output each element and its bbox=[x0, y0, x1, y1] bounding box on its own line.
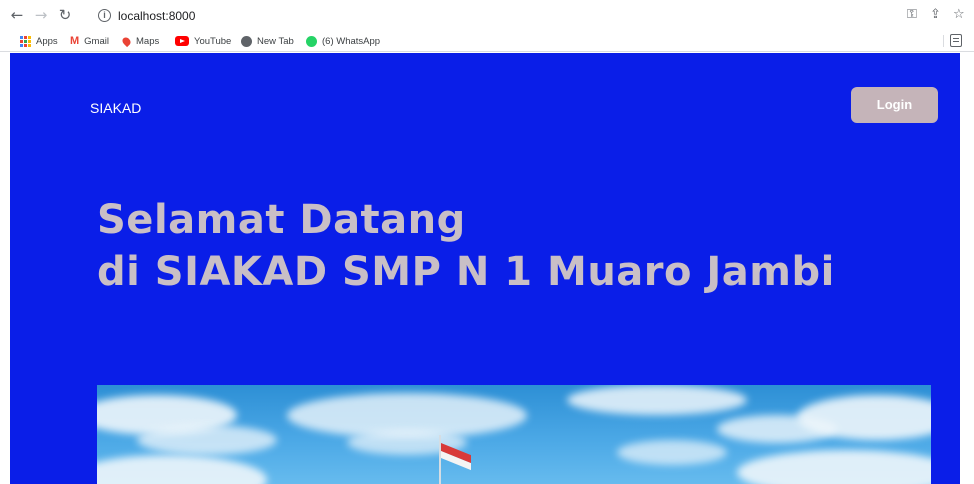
share-icon[interactable]: ⇪ bbox=[930, 6, 941, 24]
bookmark-label: YouTube bbox=[194, 35, 232, 47]
url-text[interactable]: localhost:8000 bbox=[118, 9, 195, 23]
bookmark-maps[interactable]: Maps bbox=[120, 33, 160, 49]
bookmark-whatsapp[interactable]: (6) WhatsApp bbox=[306, 33, 380, 49]
bookmark-gmail[interactable]: M Gmail bbox=[70, 33, 109, 49]
bookmark-label: Apps bbox=[36, 35, 58, 47]
reload-icon[interactable]: ↻ bbox=[56, 6, 74, 24]
bookmark-star-icon[interactable]: ☆ bbox=[953, 6, 965, 24]
globe-icon bbox=[241, 35, 252, 47]
bookmark-youtube[interactable]: YouTube bbox=[175, 33, 231, 49]
apps-grid-icon bbox=[20, 35, 31, 47]
title-line-2: di SIAKAD SMP N 1 Muaro Jambi bbox=[97, 249, 835, 295]
bookmark-label: Gmail bbox=[84, 35, 109, 47]
address-bar[interactable]: i localhost:8000 bbox=[86, 4, 898, 28]
gmail-icon: M bbox=[70, 35, 80, 47]
login-button[interactable]: Login bbox=[851, 87, 938, 123]
maps-icon bbox=[120, 35, 133, 47]
page-title: Selamat Datang di SIAKAD SMP N 1 Muaro J… bbox=[97, 194, 835, 298]
bookmark-label: Maps bbox=[136, 35, 160, 47]
bookmarks-divider bbox=[943, 35, 944, 47]
bookmark-new-tab[interactable]: New Tab bbox=[241, 33, 294, 49]
browser-chrome: ← → ↻ i localhost:8000 ⚿ ⇪ ☆ Apps M Gmai… bbox=[0, 0, 974, 52]
site-info-icon[interactable]: i bbox=[98, 9, 111, 22]
bookmarks-bar: Apps M Gmail Maps YouTube New Tab (6) Wh… bbox=[0, 30, 974, 52]
back-arrow-icon[interactable]: ← bbox=[8, 6, 26, 24]
brand-logo-text[interactable]: SIAKAD bbox=[90, 100, 141, 116]
reading-list-icon[interactable] bbox=[950, 34, 962, 47]
title-line-1: Selamat Datang bbox=[97, 197, 466, 243]
youtube-icon bbox=[175, 36, 189, 46]
page-viewport: SIAKAD Login Selamat Datang di SIAKAD SM… bbox=[0, 53, 974, 484]
whatsapp-icon bbox=[306, 35, 317, 47]
address-bar-row: ← → ↻ i localhost:8000 ⚿ ⇪ ☆ bbox=[0, 0, 974, 30]
key-icon[interactable]: ⚿ bbox=[907, 6, 917, 24]
bookmark-apps[interactable]: Apps bbox=[20, 33, 58, 49]
forward-arrow-icon[interactable]: → bbox=[32, 6, 50, 24]
bookmark-label: (6) WhatsApp bbox=[322, 35, 381, 47]
hero-section: SIAKAD Login Selamat Datang di SIAKAD SM… bbox=[10, 53, 960, 484]
hero-image-sky-flag bbox=[97, 385, 931, 484]
bookmark-label: New Tab bbox=[257, 35, 294, 47]
